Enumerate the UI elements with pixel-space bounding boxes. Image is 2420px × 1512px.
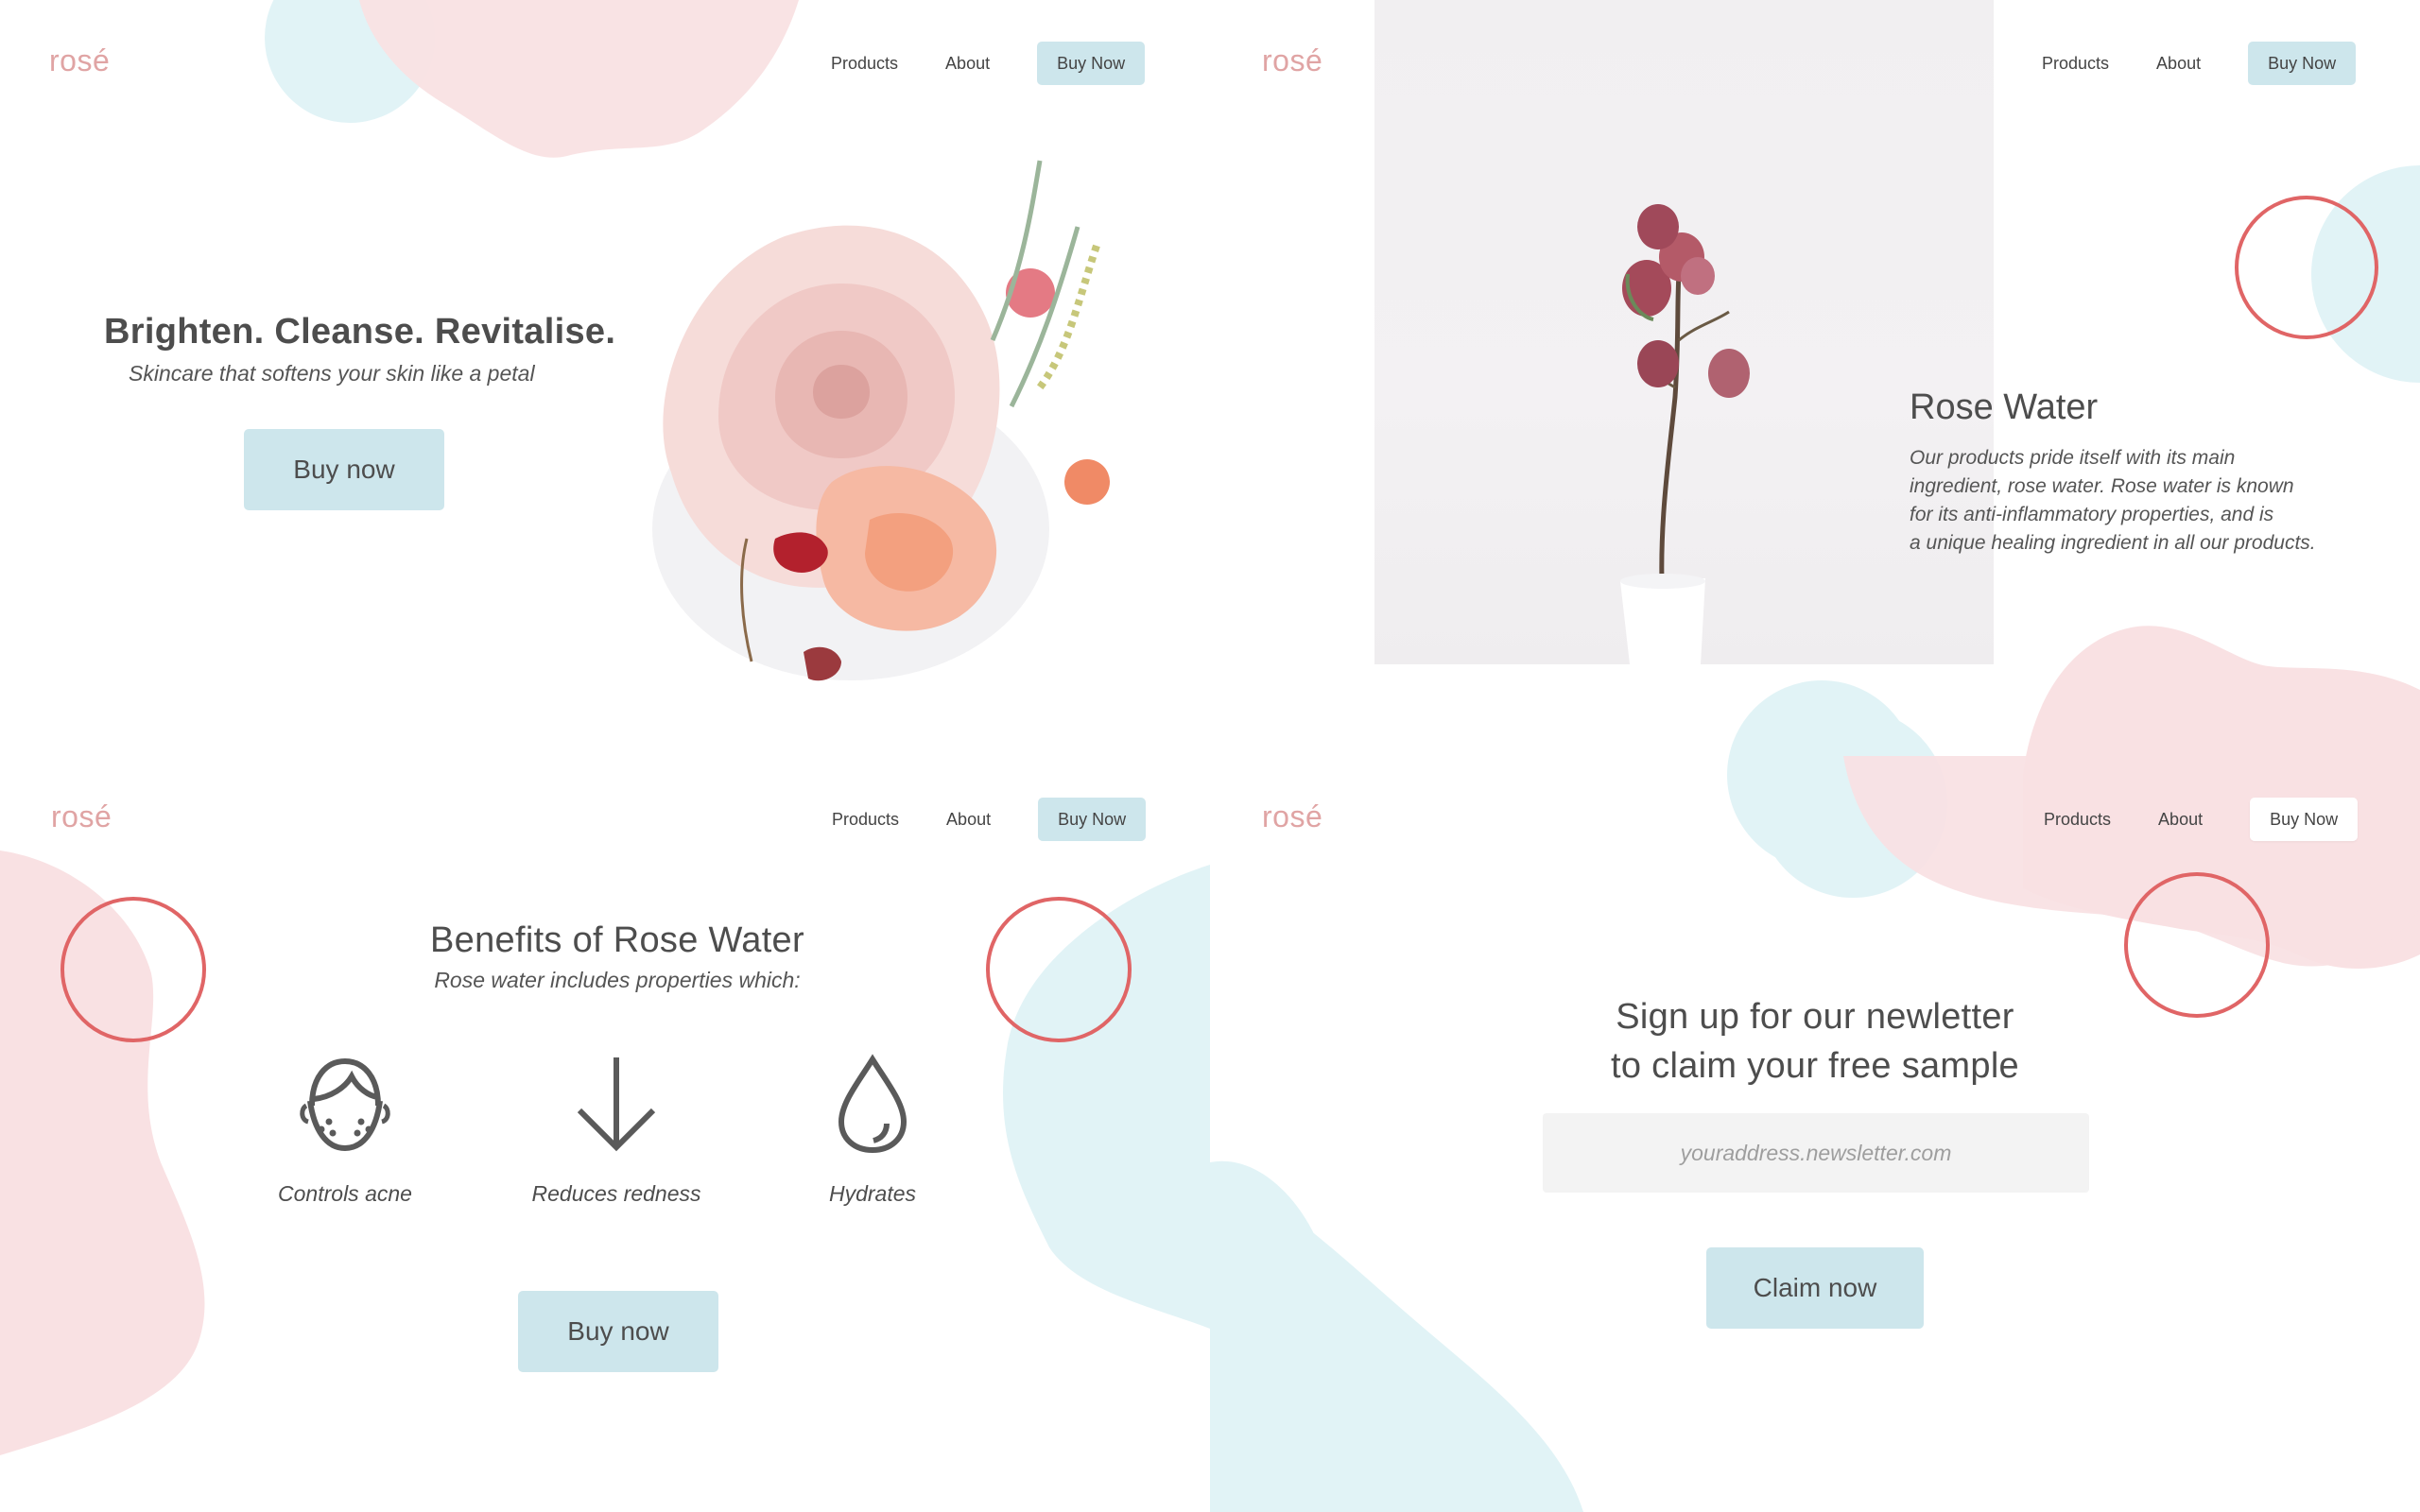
newsletter-title-line: to claim your free sample xyxy=(1611,1046,2019,1086)
nav-about[interactable]: About xyxy=(946,810,991,830)
rose-water-screen: rosé Products About Buy Now Rose Water O… xyxy=(1210,0,2420,756)
newsletter-title-line: Sign up for our newletter xyxy=(1616,997,2014,1037)
rose-bouquet-photo xyxy=(652,160,1110,681)
hero-subtitle: Skincare that softens your skin like a p… xyxy=(129,361,535,386)
dried-rose-vase-photo xyxy=(1374,0,1994,664)
nav-products[interactable]: Products xyxy=(831,54,898,74)
nav-buy-now-button[interactable]: Buy Now xyxy=(2250,798,2359,841)
benefit-label: Hydrates xyxy=(828,1181,917,1206)
nav-buy-now-button[interactable]: Buy Now xyxy=(1038,798,1147,841)
canvas: rosé Products About Buy Now Brighten. Cl… xyxy=(0,0,2420,1512)
logo[interactable]: rosé xyxy=(49,43,110,78)
email-input[interactable] xyxy=(1543,1113,2089,1193)
rose-water-description: Our products pride itself with its main … xyxy=(1910,444,2373,558)
top-nav: Products About Buy Now xyxy=(2042,42,2357,85)
benefits-buy-button[interactable]: Buy now xyxy=(518,1291,718,1372)
nav-buy-now-button[interactable]: Buy Now xyxy=(2248,42,2357,85)
top-nav: Products About Buy Now xyxy=(832,798,1147,841)
description-line: for its anti-inflammatory properties, an… xyxy=(1910,504,2274,525)
rose-water-title: Rose Water xyxy=(1910,387,2099,427)
nav-about[interactable]: About xyxy=(945,54,990,74)
top-nav: Products About Buy Now xyxy=(831,42,1146,85)
description-line: Our products pride itself with its main xyxy=(1910,447,2236,469)
nav-products[interactable]: Products xyxy=(2044,810,2111,830)
logo[interactable]: rosé xyxy=(1262,799,1322,834)
description-line: ingredient, rose water. Rose water is kn… xyxy=(1910,475,2294,497)
logo[interactable]: rosé xyxy=(1262,43,1322,78)
hero-buy-button[interactable]: Buy now xyxy=(244,429,444,510)
claim-now-button[interactable]: Claim now xyxy=(1706,1247,1924,1329)
nav-products[interactable]: Products xyxy=(832,810,899,830)
logo[interactable]: rosé xyxy=(51,799,112,834)
hero-title: Brighten. Cleanse. Revitalise. xyxy=(104,312,616,352)
nav-about[interactable]: About xyxy=(2158,810,2203,830)
face-icon xyxy=(300,1057,390,1152)
benefit-label: Controls acne xyxy=(278,1181,412,1206)
newsletter-title: Sign up for our newletter to claim your … xyxy=(605,992,2420,1091)
benefit-item: Controls acne xyxy=(241,1054,449,1207)
benefits-subtitle: Rose water includes properties which: xyxy=(434,968,801,992)
benefits-title: Benefits of Rose Water xyxy=(430,920,804,960)
nav-buy-now-button[interactable]: Buy Now xyxy=(1037,42,1146,85)
top-nav: Products About Buy Now xyxy=(2044,798,2359,841)
nav-about[interactable]: About xyxy=(2156,54,2201,74)
benefits-screen: rosé Products About Buy Now Benefits of … xyxy=(0,756,1210,1512)
description-line: a unique healing ingredient in all our p… xyxy=(1910,532,2316,554)
benefit-label: Reduces redness xyxy=(531,1181,701,1206)
hero-screen: rosé Products About Buy Now Brighten. Cl… xyxy=(0,0,1210,756)
nav-products[interactable]: Products xyxy=(2042,54,2109,74)
